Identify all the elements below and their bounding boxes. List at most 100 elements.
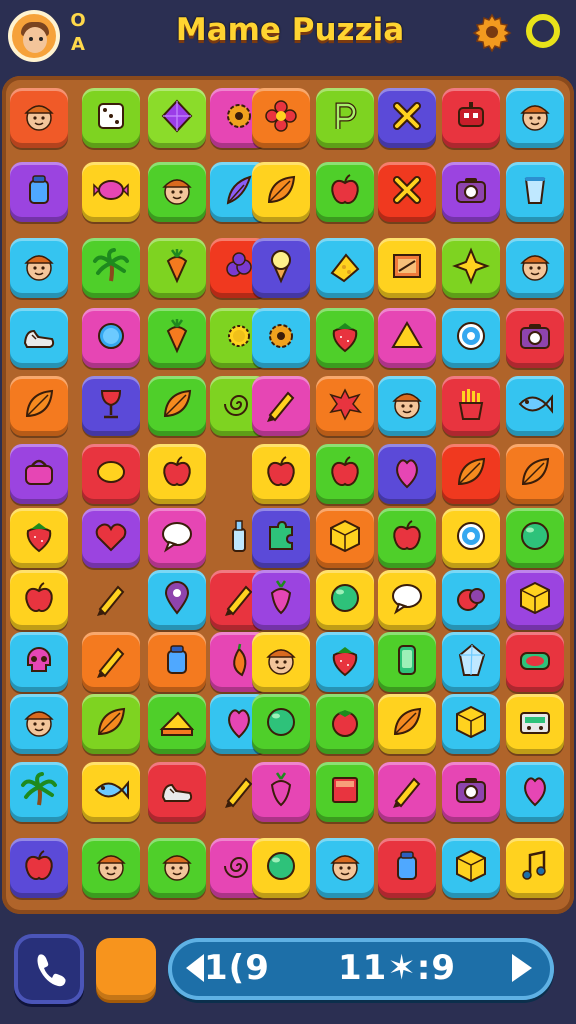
tile-ring[interactable] bbox=[82, 308, 140, 368]
tile-jar[interactable] bbox=[148, 632, 206, 692]
tile-boy-face[interactable] bbox=[148, 162, 206, 222]
tile-strawberry[interactable] bbox=[316, 632, 374, 692]
arrow-left-icon[interactable] bbox=[186, 954, 204, 982]
tile-strawberry[interactable] bbox=[10, 508, 68, 568]
tile-fries[interactable] bbox=[442, 376, 500, 436]
tile-chat-bubble[interactable] bbox=[378, 570, 436, 630]
tile-cube[interactable] bbox=[442, 838, 500, 898]
tile-puzzle[interactable] bbox=[252, 508, 310, 568]
tile-apple[interactable] bbox=[378, 508, 436, 568]
tile-strawberry[interactable] bbox=[316, 308, 374, 368]
tile-boy-face[interactable] bbox=[252, 632, 310, 692]
tile-skull[interactable] bbox=[10, 632, 68, 692]
tile-boy-face[interactable] bbox=[506, 238, 564, 298]
tile-shoe[interactable] bbox=[10, 308, 68, 368]
tile-apple[interactable] bbox=[252, 444, 310, 504]
tile-cube[interactable] bbox=[506, 570, 564, 630]
tile-crystal[interactable] bbox=[442, 632, 500, 692]
tile-boy-face[interactable] bbox=[82, 838, 140, 898]
tile-radish[interactable] bbox=[252, 762, 310, 822]
tile-camera[interactable] bbox=[442, 162, 500, 222]
tile-carrot[interactable] bbox=[148, 238, 206, 298]
tile-radio[interactable] bbox=[506, 694, 564, 754]
tile-fish[interactable] bbox=[82, 762, 140, 822]
tile-apple[interactable] bbox=[10, 570, 68, 630]
tile-boy-face[interactable] bbox=[506, 88, 564, 148]
gear-icon[interactable] bbox=[472, 12, 512, 52]
tile-x-mark[interactable] bbox=[378, 162, 436, 222]
tile-leaf[interactable] bbox=[442, 444, 500, 504]
tile-radish[interactable] bbox=[252, 570, 310, 630]
tile-leaf[interactable] bbox=[506, 444, 564, 504]
tile-leaf[interactable] bbox=[378, 694, 436, 754]
tile-boy-face[interactable] bbox=[10, 88, 68, 148]
tile-ice-cream[interactable] bbox=[252, 238, 310, 298]
tile-tomato[interactable] bbox=[316, 694, 374, 754]
tile-note[interactable] bbox=[506, 838, 564, 898]
tile-palm-tree[interactable] bbox=[82, 238, 140, 298]
tile-ball[interactable] bbox=[252, 838, 310, 898]
phone-button[interactable] bbox=[14, 934, 84, 1004]
tile-gear[interactable] bbox=[252, 308, 310, 368]
tile-palm-tree[interactable] bbox=[10, 762, 68, 822]
player-avatar-icon[interactable] bbox=[8, 10, 60, 62]
tile-sushi[interactable] bbox=[506, 632, 564, 692]
ring-icon[interactable] bbox=[526, 14, 560, 48]
tile-ball[interactable] bbox=[316, 570, 374, 630]
tile-purse[interactable] bbox=[10, 444, 68, 504]
tile-pin[interactable] bbox=[148, 570, 206, 630]
tile-diamond-gem[interactable] bbox=[148, 88, 206, 148]
tile-leaf[interactable] bbox=[10, 376, 68, 436]
play-arrow-icon[interactable] bbox=[512, 954, 532, 982]
tile-robot[interactable] bbox=[442, 88, 500, 148]
tile-boy-face[interactable] bbox=[10, 238, 68, 298]
tile-heart-drop[interactable] bbox=[378, 444, 436, 504]
tile-leaf[interactable] bbox=[82, 694, 140, 754]
tile-apple[interactable] bbox=[316, 444, 374, 504]
tile-cube[interactable] bbox=[442, 694, 500, 754]
tile-carrot[interactable] bbox=[148, 308, 206, 368]
tile-pencil[interactable] bbox=[82, 570, 140, 630]
tile-camera[interactable] bbox=[442, 762, 500, 822]
tile-boy-face[interactable] bbox=[10, 694, 68, 754]
tile-star-diamond[interactable] bbox=[442, 238, 500, 298]
tile-pencil[interactable] bbox=[378, 762, 436, 822]
tile-apple[interactable] bbox=[10, 838, 68, 898]
tile-cheese[interactable] bbox=[316, 238, 374, 298]
tile-pencil[interactable] bbox=[82, 632, 140, 692]
tile-book[interactable] bbox=[316, 762, 374, 822]
orange-action-button[interactable] bbox=[96, 938, 156, 1000]
tile-lemon[interactable] bbox=[82, 444, 140, 504]
tile-jar[interactable] bbox=[378, 838, 436, 898]
tile-apple[interactable] bbox=[148, 444, 206, 504]
tile-heart-drop[interactable] bbox=[506, 762, 564, 822]
tile-phone[interactable] bbox=[378, 632, 436, 692]
tile-chat-bubble[interactable] bbox=[148, 508, 206, 568]
tile-target[interactable] bbox=[442, 508, 500, 568]
tile-cake[interactable] bbox=[148, 694, 206, 754]
tile-camera[interactable] bbox=[506, 308, 564, 368]
tile-leaf[interactable] bbox=[148, 376, 206, 436]
tile-target[interactable] bbox=[442, 308, 500, 368]
tile-triangle[interactable] bbox=[378, 308, 436, 368]
tile-boy-face[interactable] bbox=[316, 838, 374, 898]
tile-frame[interactable] bbox=[378, 238, 436, 298]
tile-boy-face[interactable] bbox=[148, 838, 206, 898]
tile-p-letter[interactable] bbox=[316, 88, 374, 148]
tile-splat[interactable] bbox=[316, 376, 374, 436]
tile-ball[interactable] bbox=[252, 694, 310, 754]
tile-flower[interactable] bbox=[252, 88, 310, 148]
tile-jar[interactable] bbox=[10, 162, 68, 222]
tile-cup[interactable] bbox=[506, 162, 564, 222]
tile-shoe[interactable] bbox=[148, 762, 206, 822]
tile-fish[interactable] bbox=[506, 376, 564, 436]
tile-heart[interactable] bbox=[82, 508, 140, 568]
tile-fruit[interactable] bbox=[442, 570, 500, 630]
tile-dice[interactable] bbox=[82, 88, 140, 148]
tile-glass[interactable] bbox=[82, 376, 140, 436]
tile-pencil[interactable] bbox=[252, 376, 310, 436]
tile-ball[interactable] bbox=[506, 508, 564, 568]
tile-boy-face[interactable] bbox=[378, 376, 436, 436]
tile-cube[interactable] bbox=[316, 508, 374, 568]
tile-apple[interactable] bbox=[316, 162, 374, 222]
